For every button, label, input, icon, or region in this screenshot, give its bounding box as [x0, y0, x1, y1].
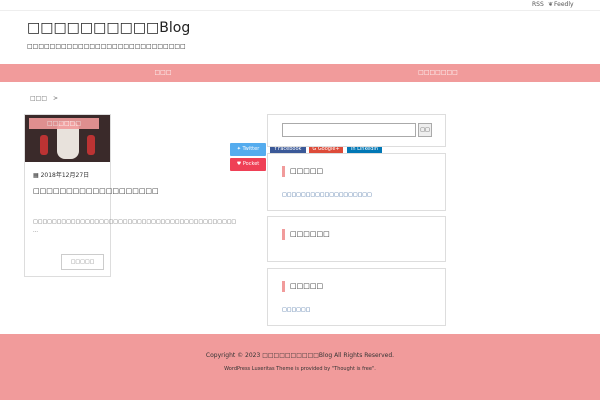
breadcrumb-separator: >: [52, 95, 58, 102]
copyright: Copyright © 2023 □□□□□□□□□□Blog All Righ…: [205, 352, 395, 359]
post-date-text: 2018年12月27日: [40, 172, 90, 179]
share-twitter-button[interactable]: ✦ Twitter: [230, 143, 266, 156]
feedly-label: Feedly: [554, 1, 574, 8]
feedly-icon: ❦: [548, 1, 554, 8]
share-pocket-label: Pocket: [242, 161, 260, 167]
recent-posts-heading: □□□□□: [282, 166, 323, 177]
category-badge[interactable]: □□□□□□: [29, 118, 99, 129]
search-input[interactable]: [282, 123, 416, 137]
post-title[interactable]: □□□□□□□□□□□□□□□□□□□: [33, 185, 159, 197]
global-nav: □□□ □□□□□□□: [0, 64, 600, 82]
feedly-link[interactable]: ❦Feedly: [548, 1, 574, 8]
twitter-icon: ✦: [236, 146, 241, 152]
thumbnail-shape: [40, 135, 48, 155]
breadcrumb: □□□ >: [30, 95, 58, 102]
post-card[interactable]: □□□□□□ ▦ 2018年12月27日 □□□□□□□□□□□□□□□□□□□…: [24, 114, 237, 277]
nav-item-privacy[interactable]: □□□□□□□: [338, 69, 538, 76]
share-pocket-button[interactable]: ♥ Pocket: [230, 158, 266, 171]
breadcrumb-home[interactable]: □□□: [30, 95, 47, 102]
nav-item-home[interactable]: □□□: [63, 69, 263, 76]
search-widget: □□: [267, 114, 446, 147]
site-title[interactable]: □□□□□□□□□□Blog: [27, 20, 190, 36]
recent-posts-widget: □□□□□ □□□□□□□□□□□□□□□□□□□: [267, 153, 446, 211]
site-description: □□□□□□□□□□□□□□□□□□□□□□□□□□□□: [27, 43, 186, 50]
category-link[interactable]: □□□□□□: [282, 307, 310, 313]
post-excerpt: □□□□□□□□□□□□□□□□□□□□□□□□□□□□□□□□□□□□□□□□…: [33, 219, 237, 234]
thumbnail-shape: [87, 135, 95, 155]
pocket-icon: ♥: [236, 161, 242, 167]
search-button[interactable]: □□: [418, 123, 432, 137]
post-date: ▦ 2018年12月27日: [33, 170, 89, 179]
top-bar: RSS ❦Feedly: [0, 0, 600, 11]
post-thumbnail[interactable]: □□□□□□: [25, 115, 110, 162]
read-more-button[interactable]: □□□□□: [61, 254, 104, 270]
rss-link[interactable]: RSS: [532, 1, 544, 8]
archive-heading: □□□□□□: [282, 229, 330, 240]
footer: Copyright © 2023 □□□□□□□□□□Blog All Righ…: [0, 334, 600, 400]
category-widget: □□□□□ □□□□□□: [267, 268, 446, 326]
category-heading: □□□□□: [282, 281, 323, 292]
share-twitter-label: Twitter: [242, 146, 260, 152]
recent-post-link[interactable]: □□□□□□□□□□□□□□□□□□□: [282, 192, 372, 198]
archive-widget: □□□□□□: [267, 216, 446, 262]
calendar-icon: ▦: [33, 172, 39, 179]
theme-credit: WordPress Luxeritas Theme is provided by…: [224, 366, 376, 372]
